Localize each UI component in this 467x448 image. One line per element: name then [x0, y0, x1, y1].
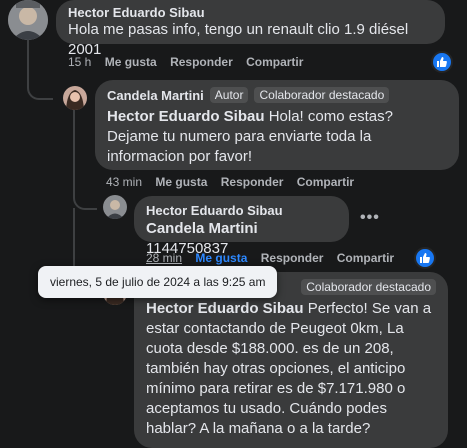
timestamp-tooltip: viernes, 5 de julio de 2024 a las 9:25 a… [38, 266, 278, 298]
like-button[interactable]: Me gusta [195, 251, 247, 265]
comment-bubble: Colaborador destacado Hector Eduardo Sib… [134, 272, 448, 448]
mention-link[interactable]: Hector Eduardo Sibau [107, 108, 265, 125]
comment-body: Hector Eduardo Sibau Hola! como estas? D… [107, 107, 447, 167]
avatar[interactable] [103, 195, 127, 219]
share-button[interactable]: Compartir [246, 55, 303, 69]
like-button[interactable]: Me gusta [105, 55, 157, 69]
thread-line [73, 110, 97, 210]
mention-link[interactable]: Candela Martini [146, 220, 258, 237]
comment-actions: 43 min Me gusta Responder Compartir [106, 175, 354, 189]
more-options-icon[interactable]: ••• [360, 209, 380, 227]
avatar[interactable] [63, 86, 87, 110]
like-button[interactable]: Me gusta [155, 175, 207, 189]
reply-button[interactable]: Responder [221, 175, 284, 189]
comment-bubble: Candela Martini Autor Colaborador destac… [95, 80, 459, 170]
featured-contributor-badge: Colaborador destacado [301, 279, 436, 295]
comment-timestamp[interactable]: 28 min [146, 251, 182, 265]
comment-author[interactable]: Hector Eduardo Sibau [146, 203, 337, 218]
comment-timestamp[interactable]: 15 h [68, 55, 91, 69]
comment-bubble: Hector Eduardo Sibau Candela Martini 114… [134, 196, 349, 257]
thread-line [27, 40, 53, 100]
author-badge: Autor [209, 87, 249, 103]
comment-body: Hector Eduardo Sibau Perfecto! Se van a … [146, 299, 436, 439]
comment-actions: 28 min Me gusta Responder Compartir [146, 251, 394, 265]
avatar[interactable] [8, 0, 48, 40]
comment-author[interactable]: Candela Martini [107, 88, 204, 103]
featured-contributor-badge: Colaborador destacado [254, 87, 390, 103]
like-reaction-icon[interactable] [414, 247, 436, 269]
comment-author[interactable]: Hector Eduardo Sibau [68, 5, 433, 20]
comment-bubble: Hector Eduardo Sibau Hola me pasas info,… [56, 0, 445, 58]
mention-link[interactable]: Hector Eduardo Sibau [146, 300, 304, 317]
reply-button[interactable]: Responder [170, 55, 233, 69]
reply-button[interactable]: Responder [261, 251, 324, 265]
share-button[interactable]: Compartir [297, 175, 354, 189]
share-button[interactable]: Compartir [337, 251, 394, 265]
comment-text: Perfecto! Se van a estar contactando de … [146, 300, 432, 437]
comment-actions: 15 h Me gusta Responder Compartir [68, 55, 303, 69]
like-reaction-icon[interactable] [431, 51, 453, 73]
comment-text: Hola me pasas info, tengo un renault cli… [68, 21, 409, 58]
comment-timestamp[interactable]: 43 min [106, 175, 142, 189]
